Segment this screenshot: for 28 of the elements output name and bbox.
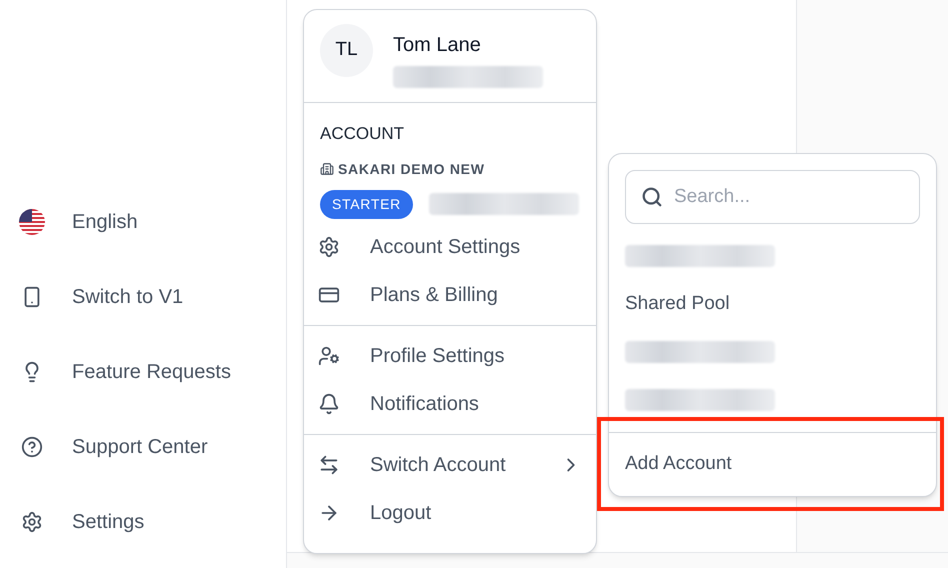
help-icon <box>21 436 43 458</box>
sidebar-item[interactable]: Feature Requests <box>72 356 231 386</box>
user-name: Tom Lane <box>393 33 482 58</box>
sidebar-item[interactable]: English <box>72 206 138 236</box>
plan-badge: STARTER <box>320 190 413 218</box>
menu-item[interactable]: Notifications <box>318 380 582 428</box>
sidebar-item[interactable]: Switch to V1 <box>72 282 184 312</box>
us-flag-icon <box>19 208 45 234</box>
menu-item[interactable]: Plans & Billing <box>318 270 582 318</box>
sidebar-item[interactable]: Settings <box>72 506 144 536</box>
menu-item[interactable]: Logout <box>318 488 582 536</box>
swap-icon <box>318 454 340 476</box>
settings-icon <box>21 510 43 532</box>
account-name: SAKARI DEMO NEW <box>338 160 485 178</box>
user-gear-icon <box>318 344 340 366</box>
sidebar-item[interactable]: Support Center <box>72 432 208 462</box>
settings-icon <box>318 236 340 258</box>
avatar: TL <box>320 24 373 77</box>
menu-item[interactable]: Switch Account <box>318 440 582 488</box>
building-icon <box>320 162 334 176</box>
bell-icon <box>318 392 340 414</box>
search-field[interactable]: Search... <box>625 170 920 224</box>
section-label: ACCOUNT <box>320 123 406 145</box>
menu-item[interactable]: Account Settings <box>318 222 582 270</box>
menu-item[interactable]: Profile Settings <box>318 332 582 380</box>
search-icon <box>641 186 663 208</box>
account-item[interactable]: Shared Pool <box>625 290 730 318</box>
add-account-link[interactable]: Add Account <box>625 450 732 479</box>
